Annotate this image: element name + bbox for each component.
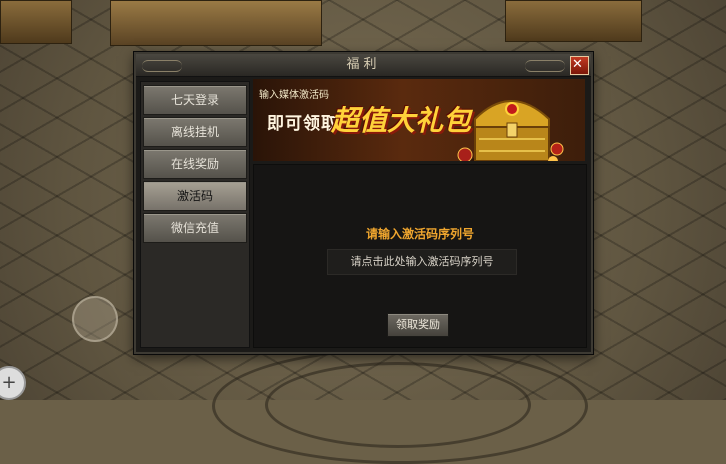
sidebar-item-activation-code[interactable]: 激活码 bbox=[143, 181, 247, 211]
close-icon[interactable]: ✕ bbox=[570, 56, 589, 75]
dialog-title: 福利 bbox=[346, 57, 381, 72]
title-ornament-right bbox=[525, 60, 565, 72]
activation-prompt-title: 请输入激活码序列号 bbox=[365, 227, 474, 241]
sidebar-item-seven-day-login[interactable]: 七天登录 bbox=[143, 85, 247, 115]
dialog-titlebar: 福利 ✕ bbox=[136, 54, 591, 77]
banner-claim-text: 即可领取 bbox=[267, 114, 339, 134]
add-icon[interactable]: + bbox=[0, 366, 26, 400]
building-center bbox=[110, 0, 322, 46]
banner-subtitle: 输入媒体激活码 bbox=[259, 90, 329, 101]
activation-panel: 请输入激活码序列号 请点击此处输入激活码序列号 领取奖励 bbox=[253, 164, 587, 348]
activation-code-input[interactable]: 请点击此处输入激活码序列号 bbox=[327, 249, 517, 275]
sidebar-item-wechat-recharge[interactable]: 微信充值 bbox=[143, 213, 247, 243]
joystick-icon[interactable] bbox=[72, 296, 118, 342]
sidebar-item-offline-idle[interactable]: 离线挂机 bbox=[143, 117, 247, 147]
welfare-dialog: 福利 ✕ 七天登录 离线挂机 在线奖励 激活码 微信充值 输入媒体激活码 即可领… bbox=[134, 52, 593, 354]
claim-reward-button[interactable]: 领取奖励 bbox=[387, 313, 449, 337]
building-left bbox=[0, 0, 72, 44]
gift-banner: 输入媒体激活码 即可领取 超值大礼包 bbox=[253, 79, 585, 161]
sidebar-item-online-reward[interactable]: 在线奖励 bbox=[143, 149, 247, 179]
ground-circle-inner bbox=[265, 362, 531, 448]
welfare-sidebar: 七天登录 离线挂机 在线奖励 激活码 微信充值 bbox=[140, 81, 250, 348]
title-ornament-left bbox=[142, 60, 182, 72]
treasure-chest-icon bbox=[457, 100, 564, 161]
building-right bbox=[505, 0, 642, 42]
banner-headline: 超值大礼包 bbox=[331, 104, 472, 137]
